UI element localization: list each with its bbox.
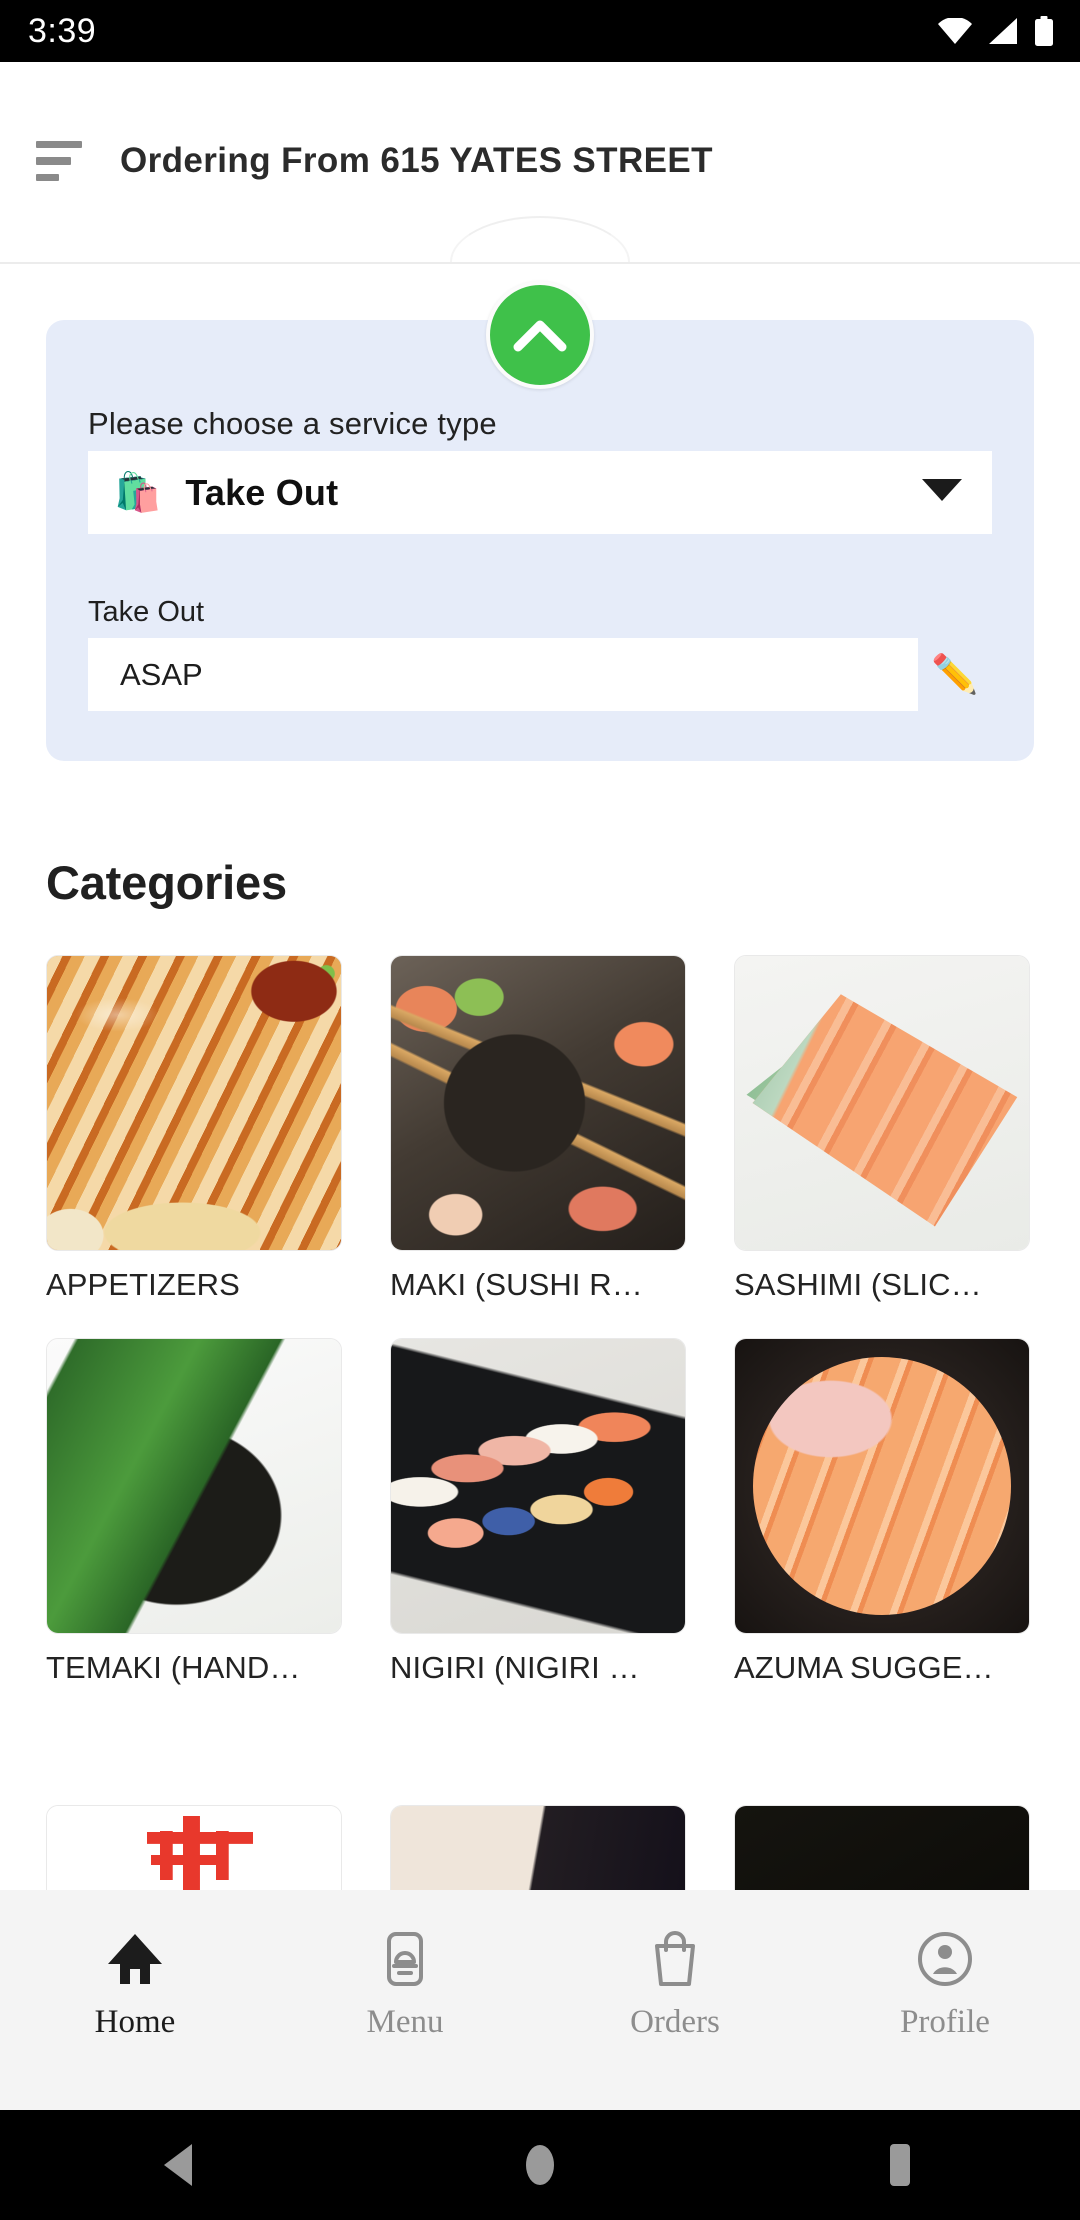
user-circle-icon [914,1928,976,1990]
service-type-prompt: Please choose a service type [88,406,497,441]
time-section-label: Take Out [88,596,205,628]
home-icon [104,1928,166,1990]
cell-signal-icon [988,18,1018,44]
home-circle-icon[interactable] [480,2110,600,2220]
system-navigation-bar [0,2110,1080,2220]
category-thumbnail [390,955,686,1251]
shopping-bag-icon [644,1928,706,1990]
category-thumbnail [734,1338,1030,1634]
recents-square-icon[interactable] [840,2110,960,2220]
app-screen: 3:39 Ordering From 615 YATES STREET Plea… [0,0,1080,2220]
pickup-time-input[interactable]: ASAP [88,638,918,711]
shopping-bag-emoji-icon: 🛍️ [114,471,162,514]
category-label: SASHIMI (SLIC… [734,1267,982,1302]
nav-label-menu: Menu [366,2004,444,2040]
menu-dish-icon [374,1928,436,1990]
service-type-value: Take Out [185,471,339,513]
caret-down-icon [920,477,964,508]
nav-item-orders[interactable]: Orders [575,1928,775,2041]
category-card[interactable]: NIGIRI (NIGIRI … [390,1338,686,1686]
categories-heading: Categories [46,856,287,909]
category-card[interactable]: AZUMA SUGGE… [734,1338,1030,1686]
category-label: APPETIZERS [46,1267,240,1302]
back-triangle-icon[interactable] [120,2110,240,2220]
nav-label-home: Home [94,2004,176,2040]
category-label: TEMAKI (HAND… [46,1650,301,1685]
category-card[interactable]: TEMAKI (HAND… [46,1338,342,1686]
category-thumbnail [390,1338,686,1634]
header-divider [0,216,1080,264]
wifi-icon [938,18,972,44]
nav-item-home[interactable]: Home [35,1928,235,2041]
status-time: 3:39 [28,12,97,50]
nav-item-menu[interactable]: Menu [305,1928,505,2041]
nav-label-orders: Orders [630,2004,720,2040]
categories-grid: APPETIZERS MAKI (SUSHI R… SASHIMI (SLIC…… [46,955,1034,1686]
category-label: NIGIRI (NIGIRI … [390,1650,640,1685]
bottom-navigation: Home Menu Orders Profile [0,1890,1080,2110]
category-thumbnail [734,955,1030,1251]
service-type-dropdown[interactable]: 🛍️ Take Out [88,451,992,534]
sort-hamburger-icon[interactable] [36,141,82,181]
nav-item-profile[interactable]: Profile [845,1928,1045,2041]
category-label: MAKI (SUSHI R… [390,1267,643,1302]
category-label: AZUMA SUGGE… [734,1650,994,1685]
status-icon-group [938,16,1054,46]
category-thumbnail [46,1338,342,1634]
collapse-panel-button[interactable] [486,281,594,389]
edit-pencil-icon[interactable]: ✏️ [918,653,992,697]
battery-icon [1034,16,1054,46]
category-card[interactable]: SASHIMI (SLIC… [734,955,1030,1303]
page-title: Ordering From 615 YATES STREET [120,141,713,180]
status-bar: 3:39 [0,0,1080,62]
category-thumbnail [46,955,342,1251]
category-card[interactable]: MAKI (SUSHI R… [390,955,686,1303]
chevron-up-icon [513,320,567,352]
nav-label-profile: Profile [900,2004,990,2040]
time-section-row: ASAP ✏️ [88,638,992,711]
category-card[interactable]: APPETIZERS [46,955,342,1303]
